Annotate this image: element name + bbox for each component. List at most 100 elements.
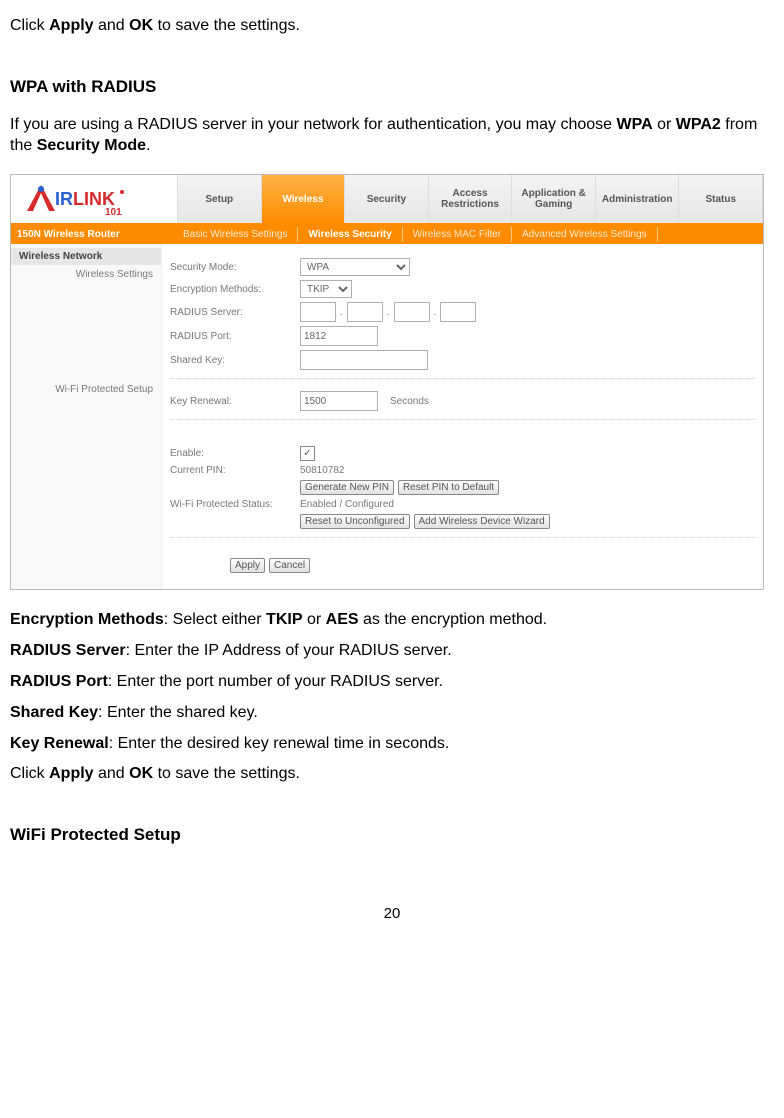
text: : Enter the shared key. bbox=[98, 704, 258, 721]
ok-word: OK bbox=[129, 17, 153, 34]
text: or bbox=[303, 611, 326, 628]
label: Shared Key bbox=[10, 704, 98, 721]
security-mode-select[interactable]: WPA bbox=[300, 258, 410, 276]
router-screenshot: IR LINK 101 Setup Wireless Security Acce… bbox=[10, 174, 764, 590]
text: and bbox=[94, 765, 130, 782]
settings-panel: Security Mode: WPA Encryption Methods: T… bbox=[162, 244, 763, 589]
enable-checkbox[interactable]: ✓ bbox=[300, 446, 315, 461]
text: If you are using a RADIUS server in your… bbox=[10, 116, 617, 133]
seconds-label: Seconds bbox=[390, 396, 429, 407]
svg-text:101: 101 bbox=[105, 207, 122, 217]
text: : Enter the desired key renewal time in … bbox=[109, 735, 450, 752]
tab-wireless[interactable]: Wireless bbox=[262, 175, 346, 223]
radius-port-label: RADIUS Port: bbox=[170, 331, 300, 342]
ip-octet-3[interactable] bbox=[394, 302, 430, 322]
sidebar-header: Wireless Network bbox=[11, 248, 161, 265]
text: TKIP bbox=[266, 611, 302, 628]
tab-setup[interactable]: Setup bbox=[178, 175, 262, 223]
def-encryption: Encryption Methods: Select either TKIP o… bbox=[10, 610, 774, 631]
text: Click bbox=[10, 17, 49, 34]
tab-application-gaming[interactable]: Application & Gaming bbox=[512, 175, 596, 223]
def-radius-server: RADIUS Server: Enter the IP Address of y… bbox=[10, 641, 774, 662]
add-wireless-device-button[interactable]: Add Wireless Device Wizard bbox=[414, 514, 550, 529]
key-renewal-label: Key Renewal: bbox=[170, 396, 300, 407]
current-pin-value: 50810782 bbox=[300, 465, 345, 476]
shared-key-label: Shared Key: bbox=[170, 355, 300, 366]
text: AES bbox=[326, 611, 359, 628]
encryption-select[interactable]: TKIP bbox=[300, 280, 352, 298]
radius-server-ip: . . . bbox=[300, 302, 755, 322]
airlink-logo-icon: IR LINK 101 bbox=[19, 181, 139, 217]
text: or bbox=[653, 116, 676, 133]
text: as the encryption method. bbox=[359, 611, 548, 628]
def-key-renewal: Key Renewal: Enter the desired key renew… bbox=[10, 734, 774, 755]
reset-unconfigured-button[interactable]: Reset to Unconfigured bbox=[300, 514, 410, 529]
ip-octet-2[interactable] bbox=[347, 302, 383, 322]
subnav-mac-filter[interactable]: Wireless MAC Filter bbox=[403, 227, 512, 242]
reset-pin-button[interactable]: Reset PIN to Default bbox=[398, 480, 499, 495]
apply-button[interactable]: Apply bbox=[230, 558, 265, 573]
cancel-button[interactable]: Cancel bbox=[269, 558, 310, 573]
security-mode-label: Security Mode: bbox=[170, 262, 300, 273]
text: to save the settings. bbox=[153, 17, 300, 34]
apply-word: Apply bbox=[49, 17, 93, 34]
security-group: Security Mode: WPA Encryption Methods: T… bbox=[170, 250, 755, 379]
radius-server-label: RADIUS Server: bbox=[170, 307, 300, 318]
ip-octet-1[interactable] bbox=[300, 302, 336, 322]
encryption-label: Encryption Methods: bbox=[170, 284, 300, 295]
text: Security Mode bbox=[37, 137, 146, 154]
tab-access-restrictions[interactable]: Access Restrictions bbox=[429, 175, 513, 223]
ok-word: OK bbox=[129, 765, 153, 782]
svg-text:IR: IR bbox=[55, 189, 73, 209]
label: Encryption Methods bbox=[10, 611, 164, 628]
text: : Enter the IP Address of your RADIUS se… bbox=[126, 642, 452, 659]
apply-word: Apply bbox=[49, 765, 93, 782]
subnav-title: 150N Wireless Router bbox=[11, 227, 173, 242]
text: and bbox=[94, 17, 130, 34]
enable-label: Enable: bbox=[170, 448, 300, 459]
label: RADIUS Server bbox=[10, 642, 126, 659]
radius-port-input[interactable] bbox=[300, 326, 378, 346]
svg-text:LINK: LINK bbox=[73, 189, 115, 209]
text: WPA2 bbox=[676, 116, 721, 133]
section-heading-wpa-radius: WPA with RADIUS bbox=[10, 77, 774, 97]
text: . bbox=[146, 137, 150, 154]
wps-group: Enable: ✓ Current PIN: 50810782 Generate… bbox=[170, 438, 755, 538]
tab-status[interactable]: Status bbox=[679, 175, 763, 223]
shared-key-input[interactable] bbox=[300, 350, 428, 370]
wps-status-label: Wi-Fi Protected Status: bbox=[170, 499, 300, 510]
text: Click bbox=[10, 765, 49, 782]
intro-line: Click Apply and OK to save the settings. bbox=[10, 16, 774, 37]
key-renewal-group: Key Renewal: Seconds bbox=[170, 383, 755, 420]
generate-new-pin-button[interactable]: Generate New PIN bbox=[300, 480, 394, 495]
ip-octet-4[interactable] bbox=[440, 302, 476, 322]
subnav-advanced[interactable]: Advanced Wireless Settings bbox=[512, 227, 658, 242]
text: WPA bbox=[617, 116, 653, 133]
current-pin-label: Current PIN: bbox=[170, 465, 300, 476]
label: Key Renewal bbox=[10, 735, 109, 752]
sidebar-item-wireless-settings[interactable]: Wireless Settings bbox=[11, 265, 161, 284]
subnav: 150N Wireless Router Basic Wireless Sett… bbox=[11, 225, 763, 244]
wps-status-value: Enabled / Configured bbox=[300, 499, 394, 510]
text: : Select either bbox=[164, 611, 266, 628]
def-radius-port: RADIUS Port: Enter the port number of yo… bbox=[10, 672, 774, 693]
text: to save the settings. bbox=[153, 765, 300, 782]
tab-security[interactable]: Security bbox=[345, 175, 429, 223]
key-renewal-input[interactable] bbox=[300, 391, 378, 411]
sidebar-item-wps[interactable]: Wi-Fi Protected Setup bbox=[11, 380, 161, 399]
sidebar: Wireless Network Wireless Settings Wi-Fi… bbox=[11, 244, 162, 589]
logo: IR LINK 101 bbox=[11, 175, 177, 223]
text: : Enter the port number of your RADIUS s… bbox=[108, 673, 443, 690]
def-shared-key: Shared Key: Enter the shared key. bbox=[10, 703, 774, 724]
router-header: IR LINK 101 Setup Wireless Security Acce… bbox=[11, 175, 763, 225]
tab-administration[interactable]: Administration bbox=[596, 175, 680, 223]
section-paragraph: If you are using a RADIUS server in your… bbox=[10, 115, 774, 157]
section-heading-wps: WiFi Protected Setup bbox=[10, 825, 774, 845]
label: RADIUS Port bbox=[10, 673, 108, 690]
subnav-basic[interactable]: Basic Wireless Settings bbox=[173, 227, 298, 242]
subnav-wireless-security[interactable]: Wireless Security bbox=[298, 227, 402, 242]
nav-tabs: Setup Wireless Security Access Restricti… bbox=[177, 175, 763, 223]
closing-line: Click Apply and OK to save the settings. bbox=[10, 764, 774, 785]
page-number: 20 bbox=[10, 905, 774, 922]
router-body: Wireless Network Wireless Settings Wi-Fi… bbox=[11, 244, 763, 589]
